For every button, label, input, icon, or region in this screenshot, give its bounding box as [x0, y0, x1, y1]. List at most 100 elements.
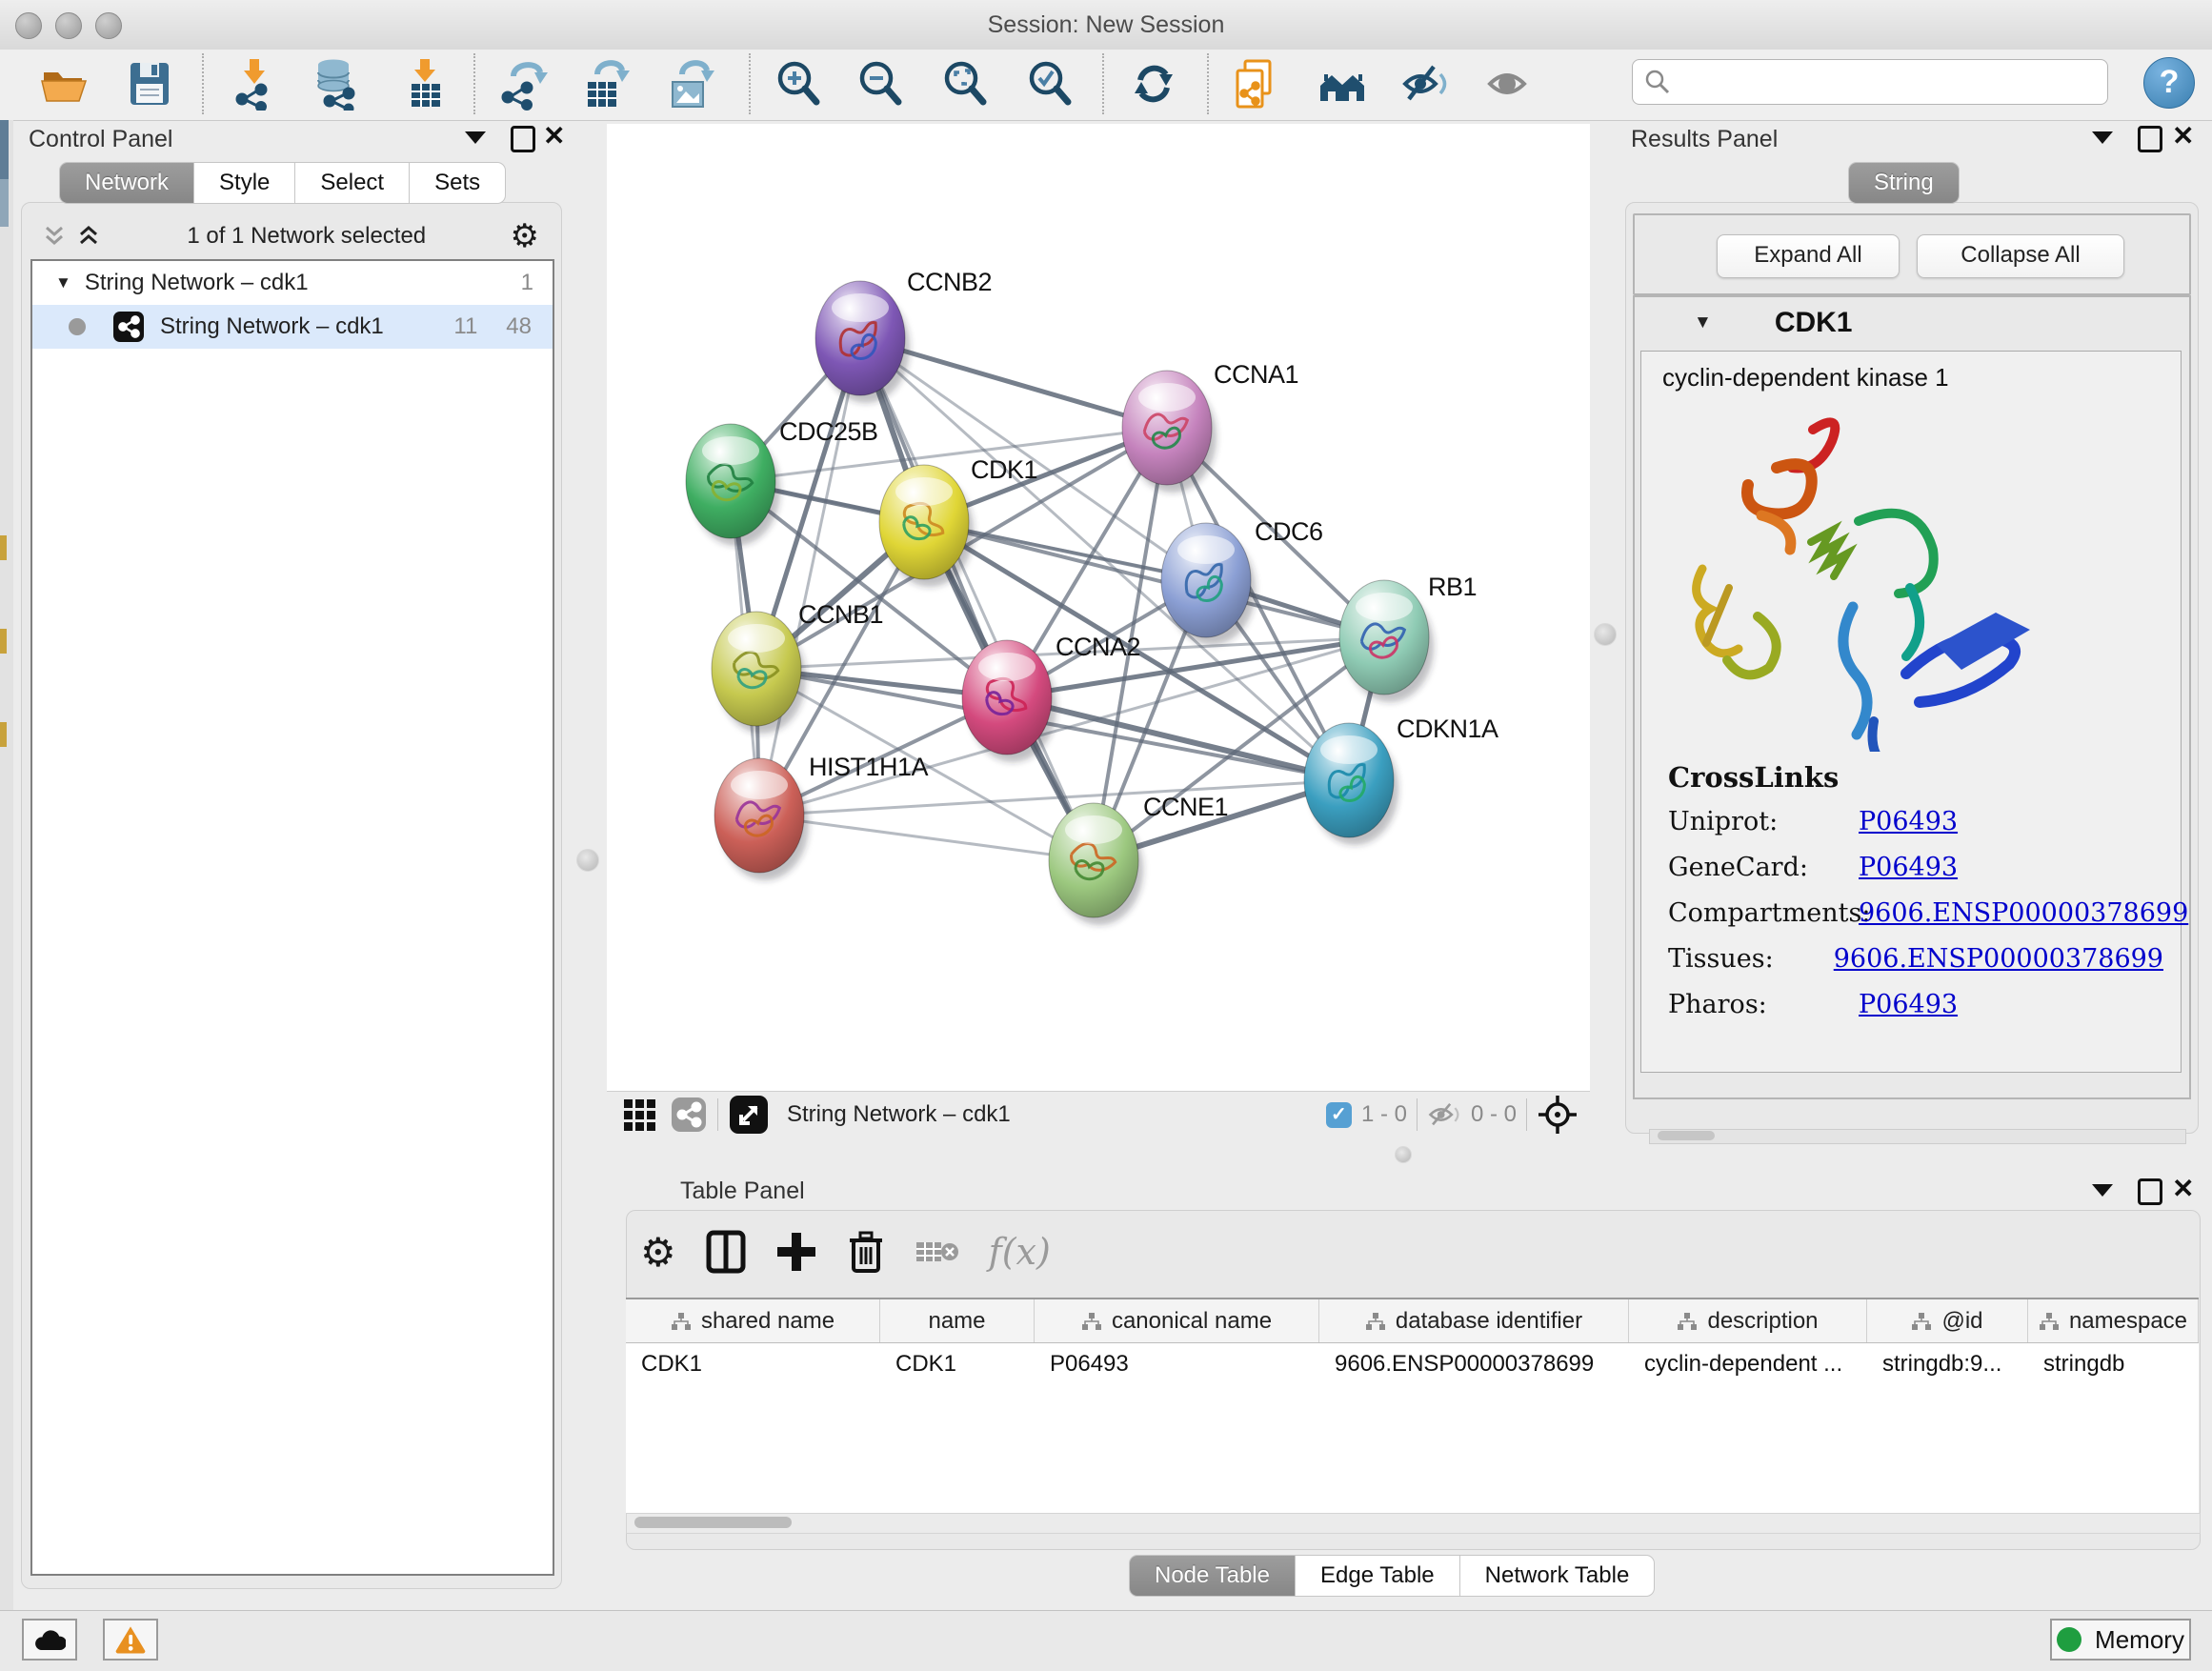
network-edge[interactable]	[860, 338, 1094, 860]
string-network-graph[interactable]: CCNB2CCNA1CDC25BCDK1CDC6RB1CCNB1CCNA2CDK…	[607, 124, 1590, 1091]
grid-view-icon[interactable]	[622, 1097, 656, 1132]
tab-network-table[interactable]: Network Table	[1460, 1555, 1656, 1597]
results-entry-header[interactable]: ▼ CDK1	[1635, 297, 2189, 349]
results-panel-menu-icon[interactable]	[2092, 131, 2113, 144]
export-table-icon[interactable]	[578, 57, 632, 111]
import-network-icon[interactable]	[229, 57, 282, 111]
table-panel-close-icon[interactable]: ✕	[2172, 1178, 2194, 1199]
zoom-fit-icon[interactable]	[938, 57, 992, 111]
delete-table-icon[interactable]	[915, 1235, 960, 1269]
hide-selected-icon[interactable]	[1399, 57, 1453, 111]
search-input[interactable]	[1671, 68, 2107, 96]
network-node-CCNE1[interactable]	[1049, 803, 1143, 925]
table-horizontal-scrollbar[interactable]	[626, 1513, 2201, 1534]
table-scrollbar-thumb[interactable]	[634, 1517, 792, 1528]
table-cell[interactable]: P06493	[1035, 1343, 1319, 1385]
results-scrollbar-thumb[interactable]	[1658, 1131, 1715, 1140]
results-horizontal-scrollbar[interactable]	[1649, 1129, 2186, 1144]
network-node-CCNA1[interactable]	[1122, 371, 1217, 493]
tab-network[interactable]: Network	[59, 162, 194, 204]
table-cell[interactable]: CDK1	[626, 1343, 880, 1385]
column-header--id[interactable]: @id	[1867, 1299, 2028, 1342]
tab-style[interactable]: Style	[194, 162, 295, 204]
network-canvas[interactable]: CCNB2CCNA1CDC25BCDK1CDC6RB1CCNB1CCNA2CDK…	[607, 124, 1590, 1091]
open-in-new-window-icon[interactable]	[728, 1094, 770, 1136]
birds-eye-view-icon[interactable]	[1537, 1094, 1579, 1136]
table-cell[interactable]: cyclin-dependent ...	[1629, 1343, 1867, 1385]
warnings-button[interactable]	[103, 1619, 158, 1661]
column-header-namespace[interactable]: namespace	[2028, 1299, 2199, 1342]
column-header-canonical-name[interactable]: canonical name	[1035, 1299, 1319, 1342]
crosslink-link[interactable]: P06493	[1859, 990, 1958, 1019]
tab-edge-table[interactable]: Edge Table	[1296, 1555, 1460, 1597]
import-network-from-database-icon[interactable]	[309, 57, 362, 111]
selected-checkbox-icon[interactable]: ✓	[1326, 1102, 1352, 1128]
left-splitter-handle[interactable]	[576, 849, 599, 872]
bottom-splitter-handle[interactable]	[1395, 1146, 1412, 1163]
network-collection-row[interactable]: ▼ String Network – cdk1 1	[32, 261, 553, 305]
control-panel-float-icon[interactable]	[511, 126, 535, 152]
column-header-name[interactable]: name	[880, 1299, 1035, 1342]
copy-style-icon[interactable]	[1230, 57, 1283, 111]
crosslink-link[interactable]: P06493	[1859, 853, 1958, 882]
results-panel-float-icon[interactable]	[2138, 126, 2162, 152]
delete-column-icon[interactable]	[846, 1229, 886, 1275]
search-box[interactable]	[1632, 59, 2108, 105]
tab-string[interactable]: String	[1848, 162, 1960, 204]
column-header-shared-name[interactable]: shared name	[626, 1299, 880, 1342]
help-button[interactable]: ?	[2143, 57, 2195, 109]
network-node-CCNB2[interactable]	[815, 281, 910, 403]
network-row-selected[interactable]: String Network – cdk1 11 48	[32, 305, 553, 349]
add-column-icon[interactable]	[775, 1231, 817, 1273]
show-columns-icon[interactable]	[705, 1229, 747, 1275]
entry-collapse-icon[interactable]: ▼	[1694, 312, 1712, 333]
network-edge[interactable]	[759, 338, 860, 815]
collapse-all-networks-icon[interactable]	[40, 222, 69, 251]
save-session-icon[interactable]	[123, 57, 176, 111]
tab-select[interactable]: Select	[295, 162, 410, 204]
network-node-CCNA2[interactable]	[962, 640, 1056, 762]
table-panel-menu-icon[interactable]	[2092, 1184, 2113, 1197]
network-node-RB1[interactable]	[1339, 580, 1434, 702]
tab-node-table[interactable]: Node Table	[1129, 1555, 1296, 1597]
control-panel-menu-icon[interactable]	[465, 131, 486, 144]
collection-collapse-icon[interactable]: ▼	[55, 273, 71, 292]
zoom-selected-icon[interactable]	[1023, 57, 1076, 111]
open-file-icon[interactable]	[38, 57, 91, 111]
network-node-CDC6[interactable]	[1161, 523, 1256, 645]
crosslink-link[interactable]: 9606.ENSP00000378699	[1834, 944, 2163, 974]
zoom-out-icon[interactable]	[854, 57, 907, 111]
control-panel-close-icon[interactable]: ✕	[543, 126, 565, 147]
table-cell[interactable]: CDK1	[880, 1343, 1035, 1385]
expand-all-button[interactable]: Expand All	[1717, 234, 1900, 278]
import-table-icon[interactable]	[398, 57, 452, 111]
network-options-gear-icon[interactable]: ⚙	[511, 217, 539, 255]
refresh-icon[interactable]	[1127, 57, 1180, 111]
right-splitter-handle[interactable]	[1594, 623, 1617, 646]
function-builder-icon[interactable]: f(x)	[989, 1231, 1051, 1273]
collapse-all-button[interactable]: Collapse All	[1917, 234, 2124, 278]
table-panel-float-icon[interactable]	[2138, 1178, 2162, 1205]
column-header-database-identifier[interactable]: database identifier	[1319, 1299, 1629, 1342]
share-view-icon[interactable]	[670, 1096, 708, 1134]
network-node-CDK1[interactable]	[879, 465, 974, 587]
cloud-button[interactable]	[22, 1619, 77, 1661]
table-options-gear-icon[interactable]: ⚙	[640, 1229, 676, 1276]
zoom-in-icon[interactable]	[772, 57, 825, 111]
table-cell[interactable]: 9606.ENSP00000378699	[1319, 1343, 1629, 1385]
network-node-CCNB1[interactable]	[712, 612, 806, 734]
export-network-icon[interactable]	[496, 57, 550, 111]
results-panel-close-icon[interactable]: ✕	[2172, 126, 2194, 147]
network-node-HIST1H1A[interactable]	[714, 758, 809, 880]
memory-button[interactable]: Memory	[2050, 1619, 2191, 1661]
export-image-icon[interactable]	[663, 57, 716, 111]
table-row[interactable]: CDK1CDK1P064939606.ENSP00000378699cyclin…	[626, 1343, 2199, 1385]
table-cell[interactable]: stringdb:9...	[1867, 1343, 2028, 1385]
table-cell[interactable]: stringdb	[2028, 1343, 2199, 1385]
crosslink-link[interactable]: 9606.ENSP00000378699	[1859, 898, 2188, 928]
column-header-description[interactable]: description	[1629, 1299, 1867, 1342]
network-node-CDKN1A[interactable]	[1304, 723, 1398, 845]
show-all-icon[interactable]	[1482, 57, 1536, 111]
expand-all-networks-icon[interactable]	[74, 222, 103, 251]
network-edge[interactable]	[759, 815, 1094, 860]
